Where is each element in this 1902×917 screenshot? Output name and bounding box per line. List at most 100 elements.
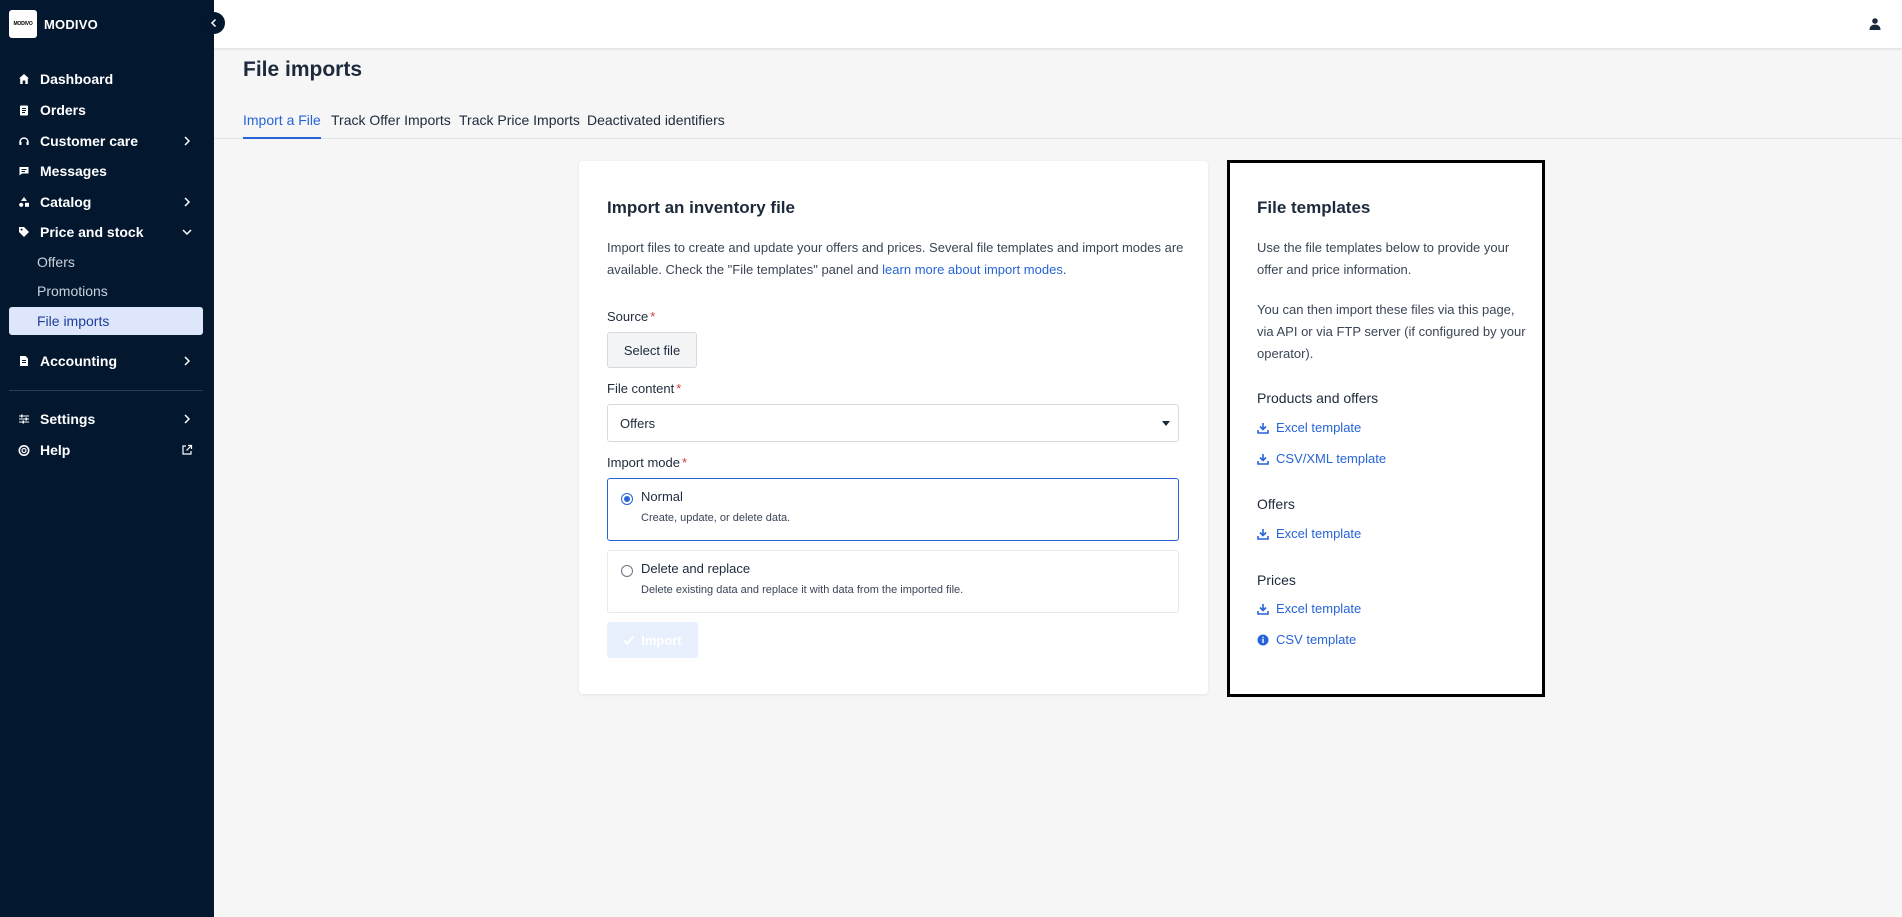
select-file-button[interactable]: Select file xyxy=(607,332,697,368)
learn-more-import-modes-link[interactable]: learn more about import modes xyxy=(882,262,1063,277)
info-icon xyxy=(1257,634,1269,646)
sidebar-item-label: Catalog xyxy=(40,194,92,210)
link-label: Excel template xyxy=(1276,420,1362,435)
download-icon xyxy=(1257,422,1269,434)
radio-description: Delete existing data and replace it with… xyxy=(641,584,964,596)
file-content-select[interactable]: Offers xyxy=(607,404,1179,442)
document-icon xyxy=(18,355,30,367)
import-card-description: Import files to create and update your o… xyxy=(607,237,1187,281)
tab-track-offer-imports[interactable]: Track Offer Imports xyxy=(331,112,451,139)
tab-bar: Import a File Track Offer Imports Track … xyxy=(214,108,1902,139)
chevron-down-icon xyxy=(182,229,192,236)
message-icon xyxy=(18,165,30,177)
clipboard-icon xyxy=(18,104,30,116)
templates-intro: Use the file templates below to provide … xyxy=(1257,240,1510,277)
file-templates-card: File templates Use the file templates be… xyxy=(1227,160,1545,697)
radio-title: Delete and replace xyxy=(641,561,751,576)
lifebuoy-icon xyxy=(18,444,30,456)
sidebar: MODIVO MODIVO Dashboard Orders Customer … xyxy=(0,0,214,917)
file-content-value: Offers xyxy=(620,415,656,431)
user-icon[interactable] xyxy=(1868,17,1882,31)
sidebar-item-help[interactable]: Help xyxy=(9,437,203,463)
sidebar-item-label: Price and stock xyxy=(40,224,144,240)
sidebar-item-orders[interactable]: Orders xyxy=(9,97,203,123)
link-label: CSV template xyxy=(1276,632,1357,647)
chevron-right-icon xyxy=(184,136,191,146)
radio-title: Normal xyxy=(641,489,683,504)
sidebar-item-label: Settings xyxy=(40,411,96,427)
caret-down-icon xyxy=(1162,421,1170,426)
sidebar-item-catalog[interactable]: Catalog xyxy=(9,189,203,215)
sidebar-item-label: Help xyxy=(40,442,71,458)
sidebar-item-label: Accounting xyxy=(40,353,117,369)
tab-import-a-file[interactable]: Import a File xyxy=(243,112,321,139)
templates-intro-secondary: You can then import these files via this… xyxy=(1257,302,1526,361)
sidebar-item-label: Dashboard xyxy=(40,71,114,87)
import-button[interactable]: Import xyxy=(607,622,698,658)
sidebar-item-messages[interactable]: Messages xyxy=(9,158,203,184)
required-mark: * xyxy=(676,381,682,396)
sidebar-item-settings[interactable]: Settings xyxy=(9,406,203,432)
tab-track-price-imports[interactable]: Track Price Imports xyxy=(459,112,580,139)
sidebar-subitem-offers[interactable]: Offers xyxy=(9,248,203,276)
sidebar-item-label: Messages xyxy=(40,163,107,179)
section-products-and-offers: Products and offers xyxy=(1257,390,1379,406)
sidebar-divider xyxy=(9,390,203,391)
shapes-icon xyxy=(18,196,30,208)
check-icon xyxy=(624,635,635,645)
description-end: . xyxy=(1062,262,1067,277)
products-offers-csv-xml-template-link[interactable]: CSV/XML template xyxy=(1257,451,1386,466)
chevron-right-icon xyxy=(184,197,191,207)
sidebar-item-label: Customer care xyxy=(40,133,139,149)
page-title: File imports xyxy=(243,58,363,81)
sidebar-collapse-button[interactable] xyxy=(203,12,225,34)
brand[interactable]: MODIVO MODIVO xyxy=(0,0,214,48)
file-content-label: File content * xyxy=(607,381,681,396)
section-offers: Offers xyxy=(1257,496,1295,512)
sidebar-item-label: Orders xyxy=(40,102,86,118)
sliders-icon xyxy=(18,413,30,425)
home-icon xyxy=(18,73,30,85)
radio-normal[interactable] xyxy=(621,493,633,505)
source-label-text: Source xyxy=(607,309,649,324)
import-mode-label-text: Import mode xyxy=(607,455,680,470)
link-label: Excel template xyxy=(1276,601,1362,616)
sidebar-subitem-promotions[interactable]: Promotions xyxy=(9,277,203,305)
offers-excel-template-link[interactable]: Excel template xyxy=(1257,526,1361,541)
source-label: Source * xyxy=(607,309,655,324)
import-mode-normal-option[interactable]: Normal Create, update, or delete data. xyxy=(607,478,1179,541)
import-inventory-card: Import an inventory file Import files to… xyxy=(579,161,1208,694)
file-content-label-text: File content xyxy=(607,381,675,396)
download-icon xyxy=(1257,603,1269,615)
prices-csv-template-link[interactable]: CSV template xyxy=(1257,632,1356,647)
download-icon xyxy=(1257,453,1269,465)
required-mark: * xyxy=(681,455,688,470)
download-icon xyxy=(1257,528,1269,540)
external-link-icon xyxy=(182,444,193,455)
link-label: CSV/XML template xyxy=(1276,451,1387,466)
import-mode-delete-replace-option[interactable]: Delete and replace Delete existing data … xyxy=(607,550,1179,613)
headset-icon xyxy=(18,135,30,147)
sidebar-item-customer-care[interactable]: Customer care xyxy=(9,128,203,154)
sidebar-item-price-and-stock[interactable]: Price and stock xyxy=(9,219,203,245)
brand-logo: MODIVO xyxy=(9,10,37,38)
import-button-label: Import xyxy=(641,632,682,648)
prices-excel-template-link[interactable]: Excel template xyxy=(1257,601,1361,616)
brand-name: MODIVO xyxy=(44,16,98,32)
import-card-title: Import an inventory file xyxy=(607,198,795,217)
sidebar-subitem-file-imports[interactable]: File imports xyxy=(9,307,203,335)
required-mark: * xyxy=(650,309,656,324)
radio-delete-and-replace[interactable] xyxy=(621,565,633,577)
tab-deactivated-identifiers[interactable]: Deactivated identifiers xyxy=(587,112,725,139)
section-prices: Prices xyxy=(1257,572,1296,588)
chevron-left-icon xyxy=(210,18,217,28)
sidebar-item-dashboard[interactable]: Dashboard xyxy=(9,66,203,92)
products-offers-excel-template-link[interactable]: Excel template xyxy=(1257,420,1361,435)
link-label: Excel template xyxy=(1276,526,1362,541)
chevron-right-icon xyxy=(184,356,191,366)
top-bar xyxy=(214,0,1902,49)
radio-description: Create, update, or delete data. xyxy=(641,512,791,524)
templates-card-title: File templates xyxy=(1257,198,1371,217)
import-mode-label: Import mode * xyxy=(607,455,687,470)
sidebar-item-accounting[interactable]: Accounting xyxy=(9,348,203,374)
